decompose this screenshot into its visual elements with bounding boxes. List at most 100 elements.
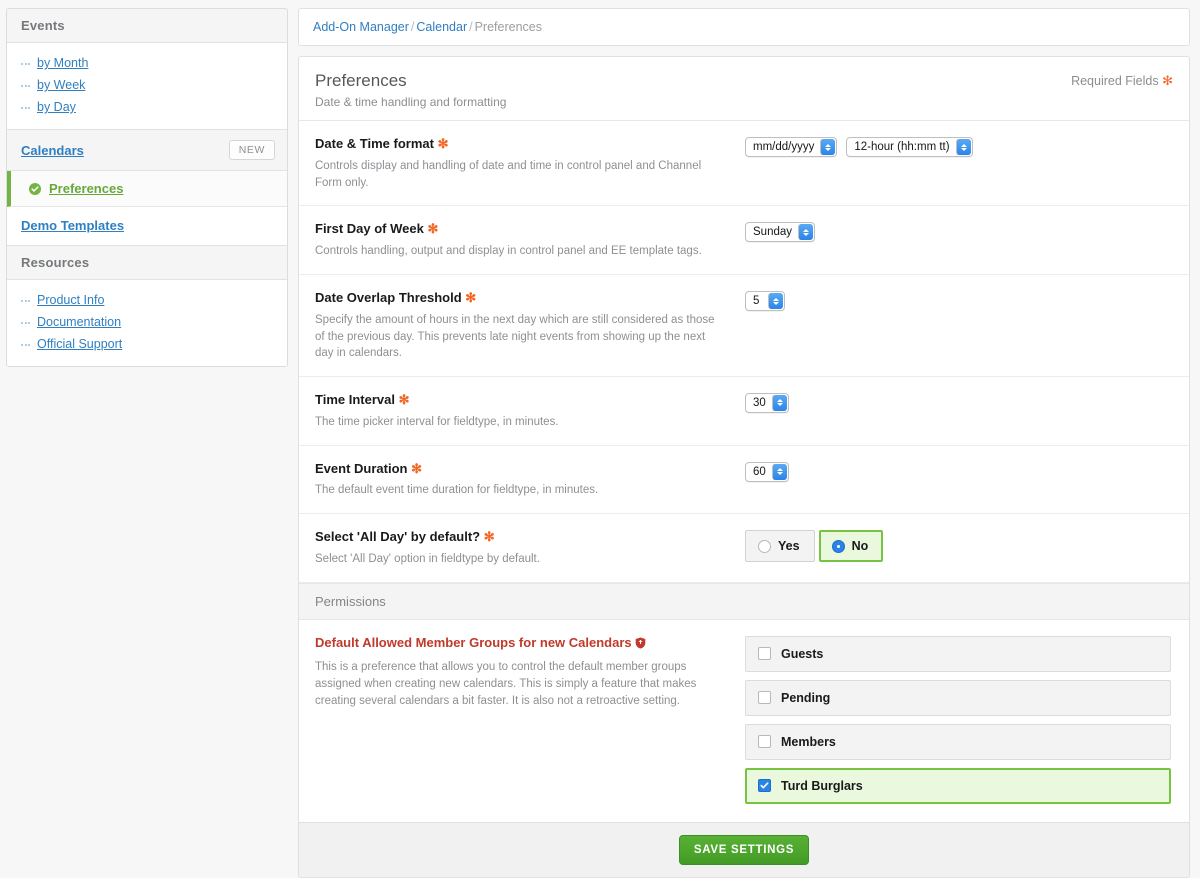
chevron-updown-icon[interactable] [771,463,787,480]
stepper-value: 30 [753,396,766,409]
field-row-default-member-groups: Default Allowed Member Groups for new Ca… [299,620,1189,822]
sidebar-item-documentation[interactable]: Documentation [7,311,287,333]
required-asterisk-icon: ✻ [483,529,495,545]
sidebar-link-label[interactable]: Product Info [37,293,104,307]
time-interval-stepper[interactable]: 30 [745,392,789,413]
chevron-updown-icon[interactable] [820,139,836,156]
field-left: First Day of Week ✻ Controls handling, o… [315,221,745,260]
permissions-label-text: Default Allowed Member Groups for new Ca… [315,634,632,650]
field-right: Yes No [745,529,1173,568]
field-label: Date & Time format ✻ [315,136,729,153]
field-label-text: First Day of Week [315,221,424,237]
field-description: Select 'All Day' option in fieldtype by … [315,552,540,565]
panel-header: Preferences Date & time handling and for… [299,57,1189,122]
page-subtitle: Date & time handling and formatting [315,95,507,110]
radio-option-no[interactable]: No [818,530,884,563]
field-left: Date & Time format ✻ Controls display an… [315,136,745,191]
required-asterisk-icon: ✻ [1162,73,1173,88]
date-format-select[interactable]: mm/dd/yyyy [745,137,838,158]
chevron-updown-icon[interactable] [955,139,971,156]
sidebar-item-official-support[interactable]: Official Support [7,333,287,355]
sidebar-resources-links: Product Info Documentation Official Supp… [7,280,287,366]
save-settings-button[interactable]: SAVE SETTINGS [678,834,810,865]
sidebar-demo-templates-label[interactable]: Demo Templates [21,218,124,233]
permissions-field-description: This is a preference that allows you to … [315,660,697,708]
time-format-select[interactable]: 12-hour (hh:mm tt) [846,137,973,158]
stepper-value: 5 [753,295,760,308]
breadcrumb: Add-On Manager / Calendar / Preferences [298,8,1190,46]
field-label-text: Time Interval [315,391,395,407]
checkbox-label: Guests [781,646,824,661]
checkbox-label: Members [781,734,836,749]
field-label-text: Date Overlap Threshold [315,290,462,306]
page-title: Preferences [315,71,407,90]
field-right: mm/dd/yyyy 12-hour (hh:mm tt) [745,136,1173,191]
sidebar-item-product-info[interactable]: Product Info [7,289,287,311]
sidebar-item-calendars[interactable]: Calendars NEW [7,129,287,171]
sidebar-section-events: Events [7,9,287,43]
first-day-of-week-select[interactable]: Sunday [745,222,816,243]
checkbox-indicator-icon [758,735,771,749]
breadcrumb-addon-manager[interactable]: Add-On Manager [313,20,409,34]
field-left: Event Duration ✻ The default event time … [315,461,745,500]
field-label: First Day of Week ✻ [315,221,729,238]
member-groups-checkbox-list: Guests Pending Members Turd Burglars [745,635,1173,804]
field-row-date-overlap-threshold: Date Overlap Threshold ✻ Specify the amo… [299,275,1189,377]
field-row-date-time-format: Date & Time format ✻ Controls display an… [299,121,1189,207]
sidebar-item-by-day[interactable]: by Day [7,96,287,118]
new-calendar-button[interactable]: NEW [228,140,275,160]
required-asterisk-icon: ✻ [427,221,439,237]
chevron-updown-icon[interactable] [798,224,814,241]
field-left: Date Overlap Threshold ✻ Specify the amo… [315,290,745,362]
required-fields-label: Required Fields [1071,74,1159,88]
bullet-dots-icon [21,105,30,109]
field-row-time-interval: Time Interval ✻ The time picker interval… [299,377,1189,446]
checkbox-indicator-icon [758,691,771,705]
chevron-updown-icon[interactable] [771,394,787,411]
field-row-event-duration: Event Duration ✻ The default event time … [299,446,1189,515]
sidebar-link-label[interactable]: by Week [37,78,85,92]
field-description: Specify the amount of hours in the next … [315,313,715,360]
sidebar-link-label[interactable]: by Month [37,56,88,70]
radio-label: Yes [778,539,800,554]
field-label-text: Date & Time format [315,136,434,152]
sidebar-calendars-label[interactable]: Calendars [21,143,84,158]
breadcrumb-separator: / [469,20,473,34]
sidebar-preferences-label[interactable]: Preferences [49,181,123,196]
field-description: The default event time duration for fiel… [315,484,599,497]
field-label: Date Overlap Threshold ✻ [315,290,729,307]
field-left: Default Allowed Member Groups for new Ca… [315,635,745,804]
sidebar-link-label[interactable]: by Day [37,100,76,114]
sidebar-item-by-week[interactable]: by Week [7,74,287,96]
sidebar-events-links: by Month by Week by Day [7,43,287,129]
field-left: Time Interval ✻ The time picker interval… [315,392,745,431]
field-label-text: Event Duration [315,460,408,476]
checkbox-label: Pending [781,690,831,705]
field-row-all-day-default: Select 'All Day' by default? ✻ Select 'A… [299,514,1189,583]
stepper-value: 60 [753,465,766,478]
checkbox-row-pending[interactable]: Pending [745,679,1171,716]
required-fields-note: Required Fields ✻ [1071,70,1173,89]
radio-indicator-icon [831,539,845,553]
checkbox-indicator-icon [758,647,771,661]
checkbox-row-members[interactable]: Members [745,723,1171,760]
event-duration-stepper[interactable]: 60 [745,461,789,482]
field-right: 60 [745,461,1173,500]
sidebar-item-demo-templates[interactable]: Demo Templates [7,207,287,246]
panel-footer: SAVE SETTINGS [299,821,1189,877]
field-right: Guests Pending Members Turd Burglars [745,635,1173,804]
chevron-updown-icon[interactable] [768,293,783,310]
sidebar-link-label[interactable]: Documentation [37,315,121,329]
field-row-first-day-of-week: First Day of Week ✻ Controls handling, o… [299,206,1189,276]
checkbox-row-guests[interactable]: Guests [745,635,1171,672]
date-overlap-threshold-stepper[interactable]: 5 [745,291,785,312]
breadcrumb-calendar[interactable]: Calendar [416,20,467,34]
bullet-dots-icon [21,298,30,302]
sidebar-section-resources: Resources [7,246,287,280]
sidebar-link-label[interactable]: Official Support [37,337,122,351]
bullet-dots-icon [21,83,30,87]
sidebar-item-by-month[interactable]: by Month [7,52,287,74]
radio-option-yes[interactable]: Yes [745,530,815,563]
sidebar-item-preferences[interactable]: Preferences [7,171,287,207]
field-left: Select 'All Day' by default? ✻ Select 'A… [315,529,745,568]
